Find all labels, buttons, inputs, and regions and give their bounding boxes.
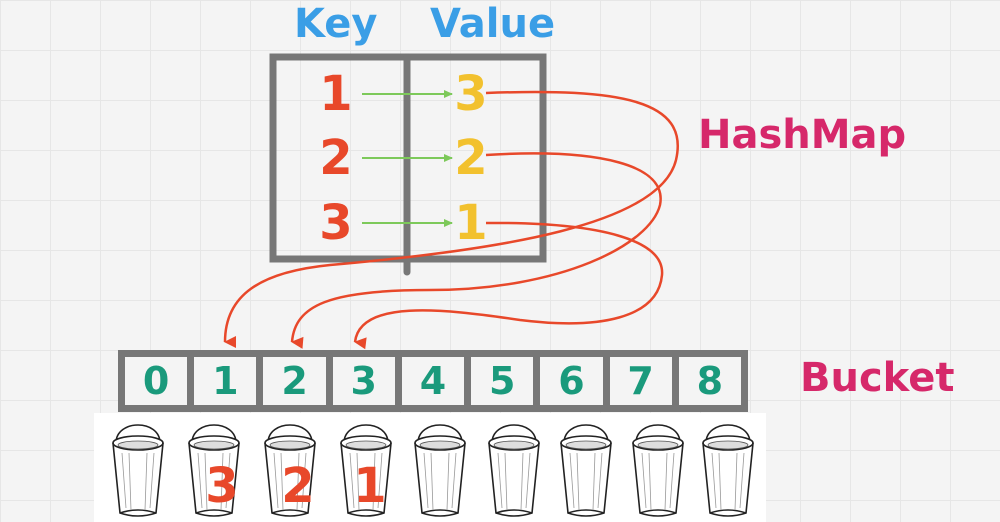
bucket-index-row: 0 1 2 3 4 5 6 7 8	[118, 350, 748, 412]
bucket-index: 8	[696, 359, 724, 403]
bucket-index: 6	[540, 357, 610, 405]
bucket-index: 7	[610, 357, 679, 405]
bucket-content-label: 1	[353, 458, 387, 514]
bucket-icon	[488, 424, 540, 517]
entry-value: 3	[454, 66, 488, 122]
bucket-index: 0	[125, 357, 195, 405]
bucket-icon	[702, 424, 754, 517]
bucket-content-label: 3	[205, 458, 239, 514]
bucket-icon	[560, 424, 612, 517]
bucket-index: 4	[402, 357, 472, 405]
bucket-icon	[632, 424, 684, 517]
entry-value: 2	[454, 130, 488, 186]
entry-key: 1	[319, 66, 353, 122]
bucket-index: 2	[263, 357, 333, 405]
entry-key: 3	[319, 195, 353, 251]
entry-value: 1	[454, 195, 488, 251]
bucket-icon	[112, 424, 164, 517]
entry-key: 2	[319, 130, 353, 186]
bucket-index: 3	[333, 357, 402, 405]
bucket-content-label: 2	[281, 458, 315, 514]
bucket-index: 1	[194, 357, 264, 405]
bucket-icon	[414, 424, 466, 517]
bucket-index: 5	[471, 357, 541, 405]
